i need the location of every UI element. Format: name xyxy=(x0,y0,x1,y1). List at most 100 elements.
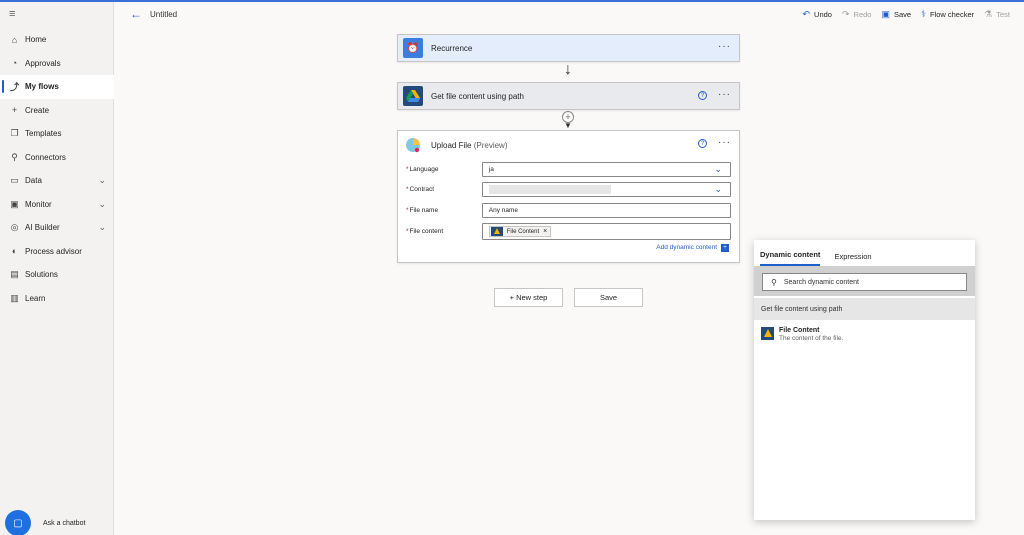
toolbar-actions: ↶ Undo ↷ Redo ▣ Save ⚕ Flow checker ⚗ Te… xyxy=(803,9,1011,20)
approvals-icon: ◔ xyxy=(11,58,18,69)
google-drive-icon xyxy=(490,227,503,236)
upload-file-card[interactable]: Upload File (Preview) ? ··· *Language ja… xyxy=(397,130,740,263)
search-input[interactable]: ⚲ Search dynamic content xyxy=(762,273,967,291)
data-icon: ▭ xyxy=(10,175,19,186)
flow-title[interactable]: Untitled xyxy=(150,10,177,19)
file-name-value: Any name xyxy=(488,206,519,214)
google-drive-icon xyxy=(761,327,774,340)
search-icon: ⚲ xyxy=(771,277,777,287)
help-icon[interactable]: ? xyxy=(698,139,707,148)
connector-arrow-icon: ▼ xyxy=(564,121,572,130)
file-content-token-label: File Content xyxy=(506,228,540,235)
sidebar-item-label: Create xyxy=(25,105,50,115)
ai-builder-icon: ◎ xyxy=(10,222,19,233)
test-button[interactable]: ⚗ Test xyxy=(984,9,1010,20)
language-dropdown[interactable]: ja ⌄ xyxy=(481,161,731,177)
google-drive-icon xyxy=(403,86,423,106)
undo-button[interactable]: ↶ Undo xyxy=(803,9,832,20)
sidebar-item-monitor[interactable]: ▣ Monitor ⌄ xyxy=(0,193,114,217)
sidebar-item-label: AI Builder xyxy=(25,223,60,233)
chevron-down-icon[interactable]: ⌄ xyxy=(714,164,722,175)
sidebar: ≡ ⌂ Home ◔ Approvals ⤴ My flows + Create… xyxy=(0,2,114,535)
file-name-input[interactable]: Any name xyxy=(481,202,731,218)
hamburger-menu-icon[interactable]: ≡ xyxy=(9,9,19,20)
redo-button[interactable]: ↷ Redo xyxy=(842,9,871,20)
list-item-text: File Content The content of the file. xyxy=(779,327,843,342)
help-icon[interactable]: ? xyxy=(698,91,707,100)
tab-dynamic-content[interactable]: Dynamic content xyxy=(760,250,821,266)
sidebar-item-my-flows[interactable]: ⤴ My flows xyxy=(0,75,114,99)
sidebar-item-home[interactable]: ⌂ Home xyxy=(0,28,114,52)
sidebar-item-label: Connectors xyxy=(25,152,66,162)
get-file-content-title: Get file content using path xyxy=(431,91,524,101)
file-name-label-text: File name xyxy=(409,206,439,214)
sidebar-item-label: Home xyxy=(25,35,47,45)
language-label: *Language xyxy=(406,165,439,173)
sidebar-item-label: Templates xyxy=(25,129,62,139)
chatbot-label: Ask a chatbot xyxy=(43,519,86,527)
more-options-icon[interactable]: ··· xyxy=(718,42,731,52)
chevron-down-icon[interactable]: ⌄ xyxy=(98,222,106,233)
sidebar-item-learn[interactable]: ▥ Learn xyxy=(0,287,114,311)
upload-file-card-header[interactable]: Upload File (Preview) ? ··· xyxy=(398,131,739,159)
upload-file-title: Upload File (Preview) xyxy=(431,141,507,150)
more-options-icon[interactable]: ··· xyxy=(718,90,731,100)
get-file-content-card[interactable]: Get file content using path ? ··· xyxy=(397,82,740,110)
contract-redacted-value xyxy=(488,185,611,195)
alarm-clock-icon: ⏰ xyxy=(403,38,423,58)
learn-icon: ▥ xyxy=(10,292,19,303)
sidebar-item-label: My flows xyxy=(25,82,59,92)
recurrence-title: Recurrence xyxy=(431,43,473,53)
list-item[interactable]: File Content The content of the file. xyxy=(754,320,975,342)
top-bar: ← Untitled ↶ Undo ↷ Redo ▣ Save ⚕ Flow c… xyxy=(114,2,1024,26)
connectors-icon: ⚲ xyxy=(11,151,18,162)
more-options-icon[interactable]: ··· xyxy=(718,138,731,148)
sidebar-item-label: Monitor xyxy=(25,199,52,209)
save-toolbar-button[interactable]: ▣ Save xyxy=(881,9,911,20)
flow-checker-button[interactable]: ⚕ Flow checker xyxy=(921,9,974,20)
add-dynamic-content-link[interactable]: Add dynamic content + xyxy=(406,243,731,253)
chevron-down-icon[interactable]: ⌄ xyxy=(98,199,106,210)
chevron-down-icon[interactable]: ⌄ xyxy=(98,175,106,186)
sidebar-item-approvals[interactable]: ◔ Approvals xyxy=(0,52,114,76)
recurrence-card[interactable]: ⏰ Recurrence ··· xyxy=(397,34,740,62)
save-button[interactable]: Save xyxy=(574,288,643,307)
contract-dropdown[interactable]: ⌄ xyxy=(481,182,731,198)
sidebar-item-solutions[interactable]: ▤ Solutions xyxy=(0,263,114,287)
file-content-token[interactable]: File Content × xyxy=(488,226,552,237)
dynamic-content-panel: Dynamic content Expression ⚲ Search dyna… xyxy=(754,240,975,520)
sidebar-item-label: Learn xyxy=(25,293,46,303)
save-label: Save xyxy=(893,10,912,19)
sidebar-item-process-advisor[interactable]: ◐ Process advisor xyxy=(0,240,114,264)
stethoscope-icon: ⚕ xyxy=(921,9,926,19)
upload-file-form: *Language ja ⌄ *Contract ⌄ *File name An… xyxy=(398,159,739,259)
sidebar-item-connectors[interactable]: ⚲ Connectors xyxy=(0,146,114,170)
sidebar-item-label: Data xyxy=(25,176,42,186)
sidebar-item-ai-builder[interactable]: ◎ AI Builder ⌄ xyxy=(0,216,114,240)
chatbot-icon[interactable]: ▢ xyxy=(5,510,31,535)
sidebar-nav: ⌂ Home ◔ Approvals ⤴ My flows + Create ❐… xyxy=(0,28,114,310)
list-item-name: File Content xyxy=(779,327,820,334)
file-content-label-text: File content xyxy=(409,228,444,235)
sidebar-item-templates[interactable]: ❐ Templates xyxy=(0,122,114,146)
close-icon[interactable]: × xyxy=(543,228,547,235)
redo-icon: ↷ xyxy=(841,9,850,19)
sidebar-item-data[interactable]: ▭ Data ⌄ xyxy=(0,169,114,193)
new-step-button[interactable]: + New step xyxy=(494,288,563,307)
file-content-input[interactable]: File Content × xyxy=(481,223,731,240)
contract-label: *Contract xyxy=(406,186,435,194)
get-file-content-card-header[interactable]: Get file content using path ? ··· xyxy=(398,83,739,109)
chevron-down-icon[interactable]: ⌄ xyxy=(714,184,722,195)
section-header: Get file content using path xyxy=(754,298,975,320)
dynamic-panel-tabs: Dynamic content Expression xyxy=(754,240,975,266)
language-value: ja xyxy=(488,165,494,173)
file-content-row: *File content File Content × xyxy=(406,221,731,243)
chatbot[interactable]: ▢ Ask a chatbot xyxy=(5,510,85,535)
recurrence-card-header[interactable]: ⏰ Recurrence ··· xyxy=(398,35,739,61)
solutions-icon: ▤ xyxy=(10,269,19,280)
file-name-row: *File name Any name xyxy=(406,200,731,221)
tab-expression[interactable]: Expression xyxy=(834,252,871,266)
undo-label: Undo xyxy=(814,10,832,19)
back-arrow-icon[interactable]: ← xyxy=(130,7,142,21)
sidebar-item-create[interactable]: + Create xyxy=(0,99,114,123)
